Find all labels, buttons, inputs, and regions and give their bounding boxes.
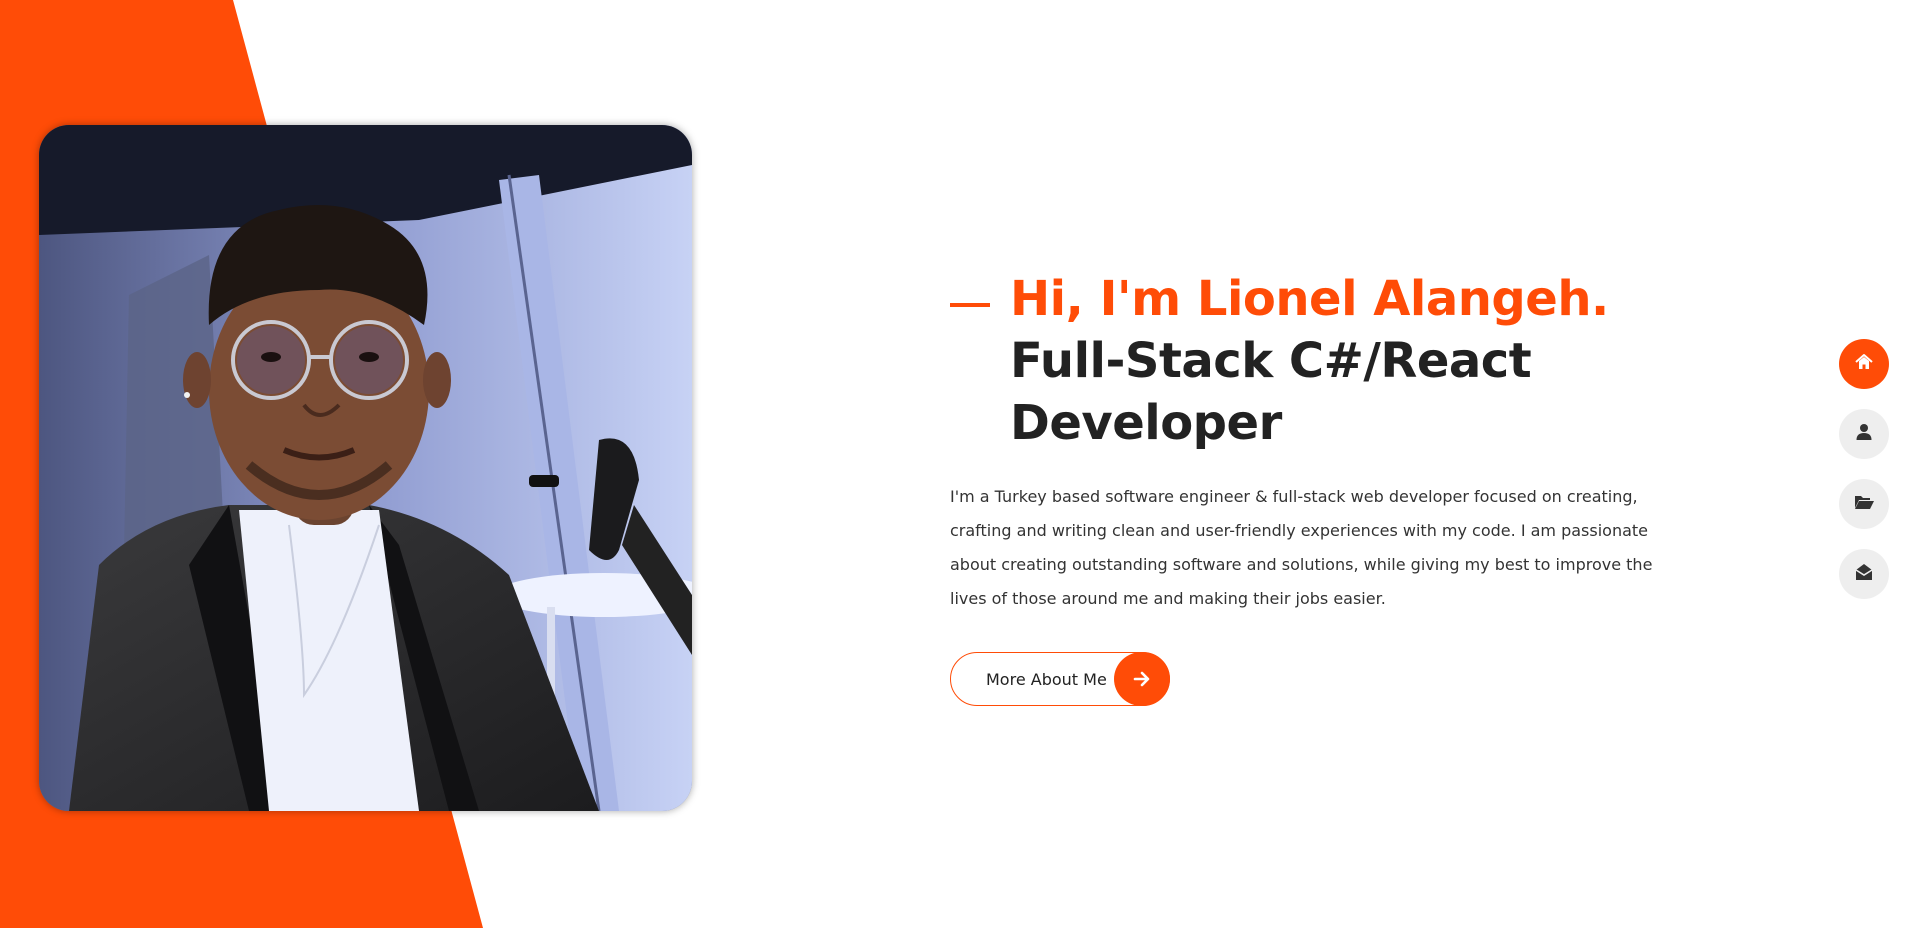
more-about-me-button[interactable]: More About Me [950,652,1170,706]
home-icon [1854,352,1874,377]
arrow-right-icon [1114,652,1170,706]
side-navigation [1839,339,1889,619]
headline-accent-dash [950,303,990,307]
hero-bio: I'm a Turkey based software engineer & f… [950,487,1653,608]
hero-headline: Hi, I'm Lionel Alangeh. Full-Stack C#/Re… [950,268,1670,454]
folder-open-icon [1853,492,1875,517]
profile-photo [39,125,692,811]
more-about-me-label: More About Me [986,670,1107,689]
nav-home-button[interactable] [1839,339,1889,389]
nav-about-button[interactable] [1839,409,1889,459]
user-icon [1854,422,1874,447]
home-page: Hi, I'm Lionel Alangeh. Full-Stack C#/Re… [0,0,1914,928]
nav-portfolio-button[interactable] [1839,479,1889,529]
envelope-open-icon [1854,562,1874,587]
portrait-illustration [39,125,692,811]
nav-contact-button[interactable] [1839,549,1889,599]
hero-section: Hi, I'm Lionel Alangeh. Full-Stack C#/Re… [950,268,1670,706]
hero-greeting: Hi, I'm Lionel Alangeh. [1010,271,1609,327]
hero-role: Full-Stack C#/React Developer [1010,333,1532,451]
